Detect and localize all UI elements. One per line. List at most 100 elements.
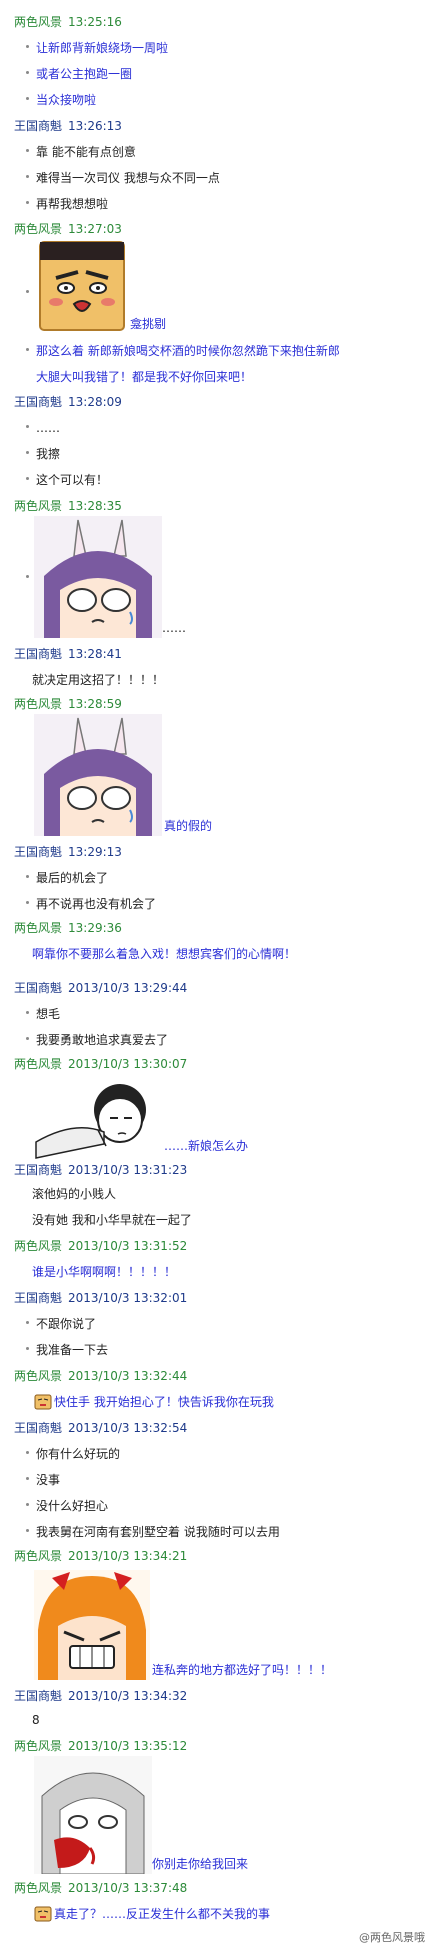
chat-log: 两色风景 13:25:16 让新郎背新娘绕场一周啦 或者公主抱跑一圈 当众接吻啦 … bbox=[0, 0, 433, 1951]
message-line: 滚他妈的小贱人 bbox=[32, 1187, 117, 1201]
message-line: 没事 bbox=[26, 1472, 60, 1488]
message-line: 谁是小华啊啊啊！！！！！ bbox=[32, 1265, 177, 1279]
message-header: 王国商魁 13:28:41 bbox=[14, 646, 122, 662]
timestamp: 2013/10/3 13:35:12 bbox=[68, 1739, 188, 1753]
sender-name: 王国商魁 bbox=[14, 981, 63, 995]
bullet-icon bbox=[26, 1347, 29, 1350]
sender-name: 两色风景 bbox=[14, 697, 63, 711]
timestamp: 2013/10/3 13:32:01 bbox=[68, 1291, 188, 1305]
message-line: 你有什么好玩的 bbox=[26, 1446, 120, 1462]
message-header: 王国商魁 2013/10/3 13:29:44 bbox=[14, 980, 187, 996]
crying-girl-sticker bbox=[34, 1756, 152, 1874]
timestamp: 2013/10/3 13:32:44 bbox=[68, 1369, 188, 1383]
timestamp: 13:28:09 bbox=[68, 395, 122, 409]
timestamp: 2013/10/3 13:29:44 bbox=[68, 981, 188, 995]
bullet-icon bbox=[26, 451, 29, 454]
message-header: 王国商魁 13:26:13 bbox=[14, 118, 122, 134]
timestamp: 13:29:36 bbox=[68, 921, 122, 935]
timestamp: 2013/10/3 13:34:21 bbox=[68, 1549, 188, 1563]
message-line: 我准备一下去 bbox=[26, 1342, 108, 1358]
bullet-icon bbox=[26, 1529, 29, 1532]
timestamp: 13:28:41 bbox=[68, 647, 122, 661]
message-line: 再不说再也没有机会了 bbox=[26, 896, 156, 912]
message-line: 我要勇敢地追求真爱去了 bbox=[26, 1032, 168, 1048]
message-line: 靠 能不能有点创意 bbox=[26, 144, 136, 160]
sticker-caption: ……新娘怎么办 bbox=[164, 1139, 249, 1153]
message-line: 这个可以有！ bbox=[26, 472, 108, 488]
message-header: 两色风景 2013/10/3 13:35:12 bbox=[14, 1738, 187, 1754]
bullet-icon bbox=[26, 348, 29, 351]
sender-name: 两色风景 bbox=[14, 1369, 63, 1383]
angry-face-sticker bbox=[34, 240, 130, 332]
message-line: 想毛 bbox=[26, 1006, 60, 1022]
message-line: 当众接吻啦 bbox=[26, 92, 96, 108]
bullet-icon bbox=[26, 201, 29, 204]
timestamp: 13:29:13 bbox=[68, 845, 122, 859]
timestamp: 2013/10/3 13:31:52 bbox=[68, 1239, 188, 1253]
message-header: 两色风景 13:28:59 bbox=[14, 696, 122, 712]
timestamp: 2013/10/3 13:37:48 bbox=[68, 1881, 188, 1895]
bullet-icon bbox=[26, 97, 29, 100]
message-line: …… bbox=[26, 420, 60, 436]
sender-name: 两色风景 bbox=[14, 15, 63, 29]
bullet-icon bbox=[26, 1477, 29, 1480]
message-line: 不跟你说了 bbox=[26, 1316, 96, 1332]
message-header: 王国商魁 2013/10/3 13:32:01 bbox=[14, 1290, 187, 1306]
sender-name: 王国商魁 bbox=[14, 395, 63, 409]
sender-name: 王国商魁 bbox=[14, 1689, 63, 1703]
small-face-icon bbox=[34, 1906, 52, 1922]
sender-name: 王国商魁 bbox=[14, 1291, 63, 1305]
message-line: 啊靠你不要那么着急入戏！想想宾客们的心情啊！ bbox=[32, 947, 297, 961]
timestamp: 2013/10/3 13:34:32 bbox=[68, 1689, 188, 1703]
timestamp: 2013/10/3 13:31:23 bbox=[68, 1163, 188, 1177]
message-line: 我表舅在河南有套别墅空着 说我随时可以去用 bbox=[26, 1524, 280, 1540]
message-line: 大腿大叫我错了！都是我不好你回来吧！ bbox=[36, 370, 253, 384]
sender-name: 王国商魁 bbox=[14, 1163, 63, 1177]
message-line: 再帮我想想啦 bbox=[26, 196, 108, 212]
message-line: 让新郎背新娘绕场一周啦 bbox=[26, 40, 168, 56]
sender-name: 两色风景 bbox=[14, 921, 63, 935]
message-header: 两色风景 13:29:36 bbox=[14, 920, 122, 936]
message-line: 那这么着 新郎新娘喝交杯酒的时候你忽然跪下来抱住新郎 bbox=[26, 343, 340, 359]
sticker-caption: …… bbox=[162, 621, 186, 635]
message-header: 两色风景 13:25:16 bbox=[14, 14, 122, 30]
message-line: 真走了？……反正发生什么都不关我的事 bbox=[54, 1907, 271, 1921]
message-header: 王国商魁 13:28:09 bbox=[14, 394, 122, 410]
sender-name: 王国商魁 bbox=[14, 1421, 63, 1435]
message-header: 两色风景 13:28:35 bbox=[14, 498, 122, 514]
bullet-icon bbox=[26, 575, 29, 578]
timestamp: 13:28:35 bbox=[68, 499, 122, 513]
bullet-icon bbox=[26, 149, 29, 152]
timestamp: 13:26:13 bbox=[68, 119, 122, 133]
bullet-icon bbox=[26, 175, 29, 178]
bullet-icon bbox=[26, 1011, 29, 1014]
timestamp: 2013/10/3 13:32:54 bbox=[68, 1421, 188, 1435]
sticker-caption: 连私奔的地方都选好了吗！！！！ bbox=[152, 1663, 333, 1677]
message-header: 两色风景 2013/10/3 13:30:07 bbox=[14, 1056, 187, 1072]
bullet-icon bbox=[26, 425, 29, 428]
bullet-icon bbox=[26, 45, 29, 48]
sad-man-sticker bbox=[34, 1080, 154, 1160]
bullet-icon bbox=[26, 477, 29, 480]
bullet-icon bbox=[26, 1451, 29, 1454]
sender-name: 王国商魁 bbox=[14, 119, 63, 133]
timestamp: 2013/10/3 13:30:07 bbox=[68, 1057, 188, 1071]
sender-name: 两色风景 bbox=[14, 1739, 63, 1753]
watermark: @两色风景哦 bbox=[359, 1931, 425, 1944]
message-header: 王国商魁 13:29:13 bbox=[14, 844, 122, 860]
bunny-girl-sticker bbox=[34, 714, 162, 836]
bullet-icon bbox=[26, 290, 29, 293]
timestamp: 13:28:59 bbox=[68, 697, 122, 711]
timestamp: 13:27:03 bbox=[68, 222, 122, 236]
bullet-icon bbox=[26, 1321, 29, 1324]
message-line: 我擦 bbox=[26, 446, 60, 462]
message-header: 两色风景 13:27:03 bbox=[14, 221, 122, 237]
message-line: 8 bbox=[32, 1713, 40, 1727]
message-line: 就决定用这招了！！！！ bbox=[32, 673, 165, 687]
bullet-icon bbox=[26, 71, 29, 74]
bullet-icon bbox=[26, 1037, 29, 1040]
message-line: 难得当一次司仪 我想与众不同一点 bbox=[26, 170, 220, 186]
bullet-icon bbox=[26, 1503, 29, 1506]
sender-name: 两色风景 bbox=[14, 222, 63, 236]
sender-name: 两色风景 bbox=[14, 1239, 63, 1253]
